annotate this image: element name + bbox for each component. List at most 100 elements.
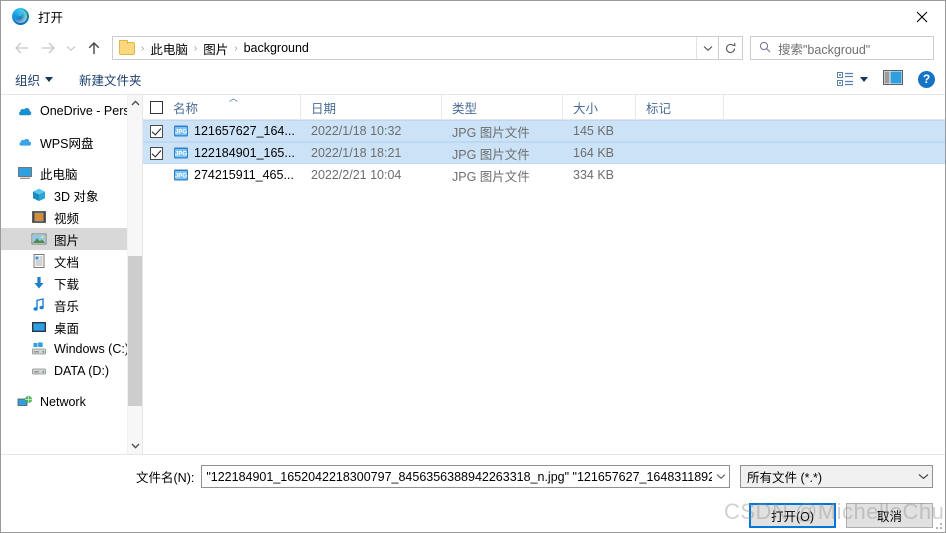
file-name: 122184901_165... (194, 146, 295, 160)
sidebar-item-documents[interactable]: 文档 (1, 250, 142, 272)
caret-up-icon: ︿ (229, 93, 239, 103)
sidebar-item-label: 3D 对象 (54, 189, 99, 204)
sidebar-item-downloads[interactable]: 下载 (1, 272, 142, 294)
row-checkbox[interactable] (149, 146, 163, 160)
filename-label: 文件名(N): (136, 471, 195, 485)
column-header-label: 大小 (573, 101, 599, 116)
filename-input[interactable]: "122184901_1652042218300797_845635638894… (201, 465, 730, 488)
scrollbar-track[interactable] (128, 111, 142, 438)
refresh-icon (725, 42, 736, 53)
scroll-down-button[interactable] (128, 438, 142, 454)
desktop-icon (31, 319, 47, 335)
sidebar-item-onedrive[interactable]: OneDrive - Pers (1, 100, 142, 122)
sidebar-item-label: 视频 (54, 211, 80, 226)
view-options-icon (837, 72, 853, 86)
row-checkbox-cell[interactable] (143, 124, 169, 138)
videos-icon (31, 209, 47, 225)
jpg-file-icon: JPG (173, 123, 189, 139)
table-row[interactable]: JPG 274215911_465... 2022/2/21 10:04 JPG… (143, 164, 945, 186)
column-header-tag[interactable]: 标记 (636, 95, 724, 119)
breadcrumb-item-1[interactable]: 图片 (200, 39, 231, 58)
view-options-button[interactable] (837, 72, 868, 86)
row-checkbox-cell[interactable] (143, 146, 169, 160)
breadcrumb-dropdown-button[interactable] (696, 37, 718, 59)
recent-locations-button[interactable] (61, 35, 81, 61)
help-button[interactable]: ? (918, 70, 935, 88)
filetype-select[interactable]: 所有文件 (*.*) (740, 465, 933, 488)
back-button[interactable] (9, 35, 35, 61)
sidebar-item-desktop[interactable]: 桌面 (1, 316, 142, 338)
file-date: 2022/1/18 18:21 (311, 146, 402, 160)
resize-grip[interactable] (932, 519, 942, 529)
window-title: 打开 (38, 11, 64, 25)
forward-button[interactable] (35, 35, 61, 61)
sidebar-item-this-pc[interactable]: 此电脑 (1, 162, 142, 184)
breadcrumb-item-2[interactable]: background (241, 41, 312, 55)
column-header-name[interactable]: ︿ 名称 (169, 93, 301, 119)
column-header-size[interactable]: 大小 (563, 95, 636, 119)
file-type: JPG 图片文件 (452, 169, 530, 184)
sidebar-item-label: 下载 (54, 277, 80, 292)
breadcrumb-item-0[interactable]: 此电脑 (147, 39, 191, 58)
drive-windows-icon (31, 341, 47, 357)
file-name: 274215911_465... (194, 168, 294, 182)
organize-button[interactable]: 组织 (15, 70, 54, 89)
sidebar-item-3d-objects[interactable]: 3D 对象 (1, 184, 142, 206)
filename-dropdown-button[interactable] (712, 473, 729, 480)
breadcrumb-bar[interactable]: › 此电脑 › 图片 › background (112, 36, 719, 60)
sidebar-item-videos[interactable]: 视频 (1, 206, 142, 228)
scrollbar-thumb[interactable] (128, 256, 142, 406)
table-row[interactable]: JPG 121657627_164... 2022/1/18 10:32 JPG… (143, 120, 945, 142)
navigation-pane: OneDrive - Pers WPS网盘 此电脑 3D 对象 视频 图片 文档… (1, 95, 142, 454)
column-header-select-all[interactable] (143, 95, 169, 119)
filename-value: "122184901_1652042218300797_845635638894… (206, 469, 712, 484)
sidebar-item-music[interactable]: 音乐 (1, 294, 142, 316)
breadcrumb: › 此电脑 › 图片 › background (113, 39, 696, 58)
chevron-up-icon (130, 100, 140, 106)
filename-row: 文件名(N): "122184901_1652042218300797_8456… (13, 465, 933, 488)
sidebar-item-pictures[interactable]: 图片 (1, 228, 142, 250)
file-list-pane: ︿ 名称 日期 类型 大小 标记 JPG 121657627_164... 20… (142, 93, 945, 454)
file-type: JPG 图片文件 (452, 147, 530, 162)
breadcrumb-separator: › (234, 42, 238, 54)
sidebar-scrollbar[interactable] (127, 95, 142, 454)
sidebar-item-network[interactable]: Network (1, 391, 142, 413)
scroll-up-button[interactable] (128, 95, 142, 111)
sidebar-item-wps-cloud[interactable]: WPS网盘 (1, 131, 142, 153)
close-icon (916, 11, 928, 22)
column-header-type[interactable]: 类型 (442, 95, 563, 119)
preview-pane-button[interactable] (883, 70, 903, 88)
dialog-buttons: 打开(O) 取消 (13, 503, 933, 528)
filetype-dropdown-button[interactable] (915, 473, 932, 480)
column-header-date[interactable]: 日期 (301, 95, 442, 119)
up-button[interactable] (81, 35, 107, 61)
arrow-right-icon (42, 42, 55, 54)
file-type: JPG 图片文件 (452, 125, 530, 140)
close-button[interactable] (899, 1, 945, 32)
column-header-row: ︿ 名称 日期 类型 大小 标记 (143, 93, 945, 120)
file-name-cell: JPG 122184901_165... (169, 145, 301, 161)
sidebar-item-drive-c[interactable]: Windows (C:) (1, 338, 142, 360)
search-placeholder: 搜索"backgroud" (778, 42, 871, 57)
open-file-dialog: 打开 › 此电脑 › 图片 › background 搜索"backgroud"… (0, 0, 946, 533)
table-row[interactable]: JPG 122184901_165... 2022/1/18 18:21 JPG… (143, 142, 945, 164)
chevron-down-icon (703, 45, 712, 51)
column-header-label: 类型 (452, 101, 478, 116)
music-icon (31, 297, 47, 313)
cancel-button[interactable]: 取消 (846, 503, 933, 528)
file-name: 121657627_164... (194, 124, 295, 138)
edge-logo-icon (12, 8, 29, 25)
preview-pane-icon (883, 70, 903, 85)
new-folder-button[interactable]: 新建文件夹 (79, 70, 142, 89)
search-input[interactable]: 搜索"backgroud" (750, 36, 934, 60)
jpg-file-icon: JPG (173, 167, 189, 183)
folder-icon (119, 39, 135, 55)
this-pc-icon (17, 165, 33, 181)
documents-icon (31, 253, 47, 269)
open-button[interactable]: 打开(O) (749, 503, 836, 528)
refresh-button[interactable] (719, 36, 743, 60)
sidebar-item-drive-d[interactable]: DATA (D:) (1, 360, 142, 382)
svg-text:JPG: JPG (175, 174, 187, 180)
select-all-checkbox[interactable] (149, 100, 163, 114)
row-checkbox[interactable] (149, 124, 163, 138)
